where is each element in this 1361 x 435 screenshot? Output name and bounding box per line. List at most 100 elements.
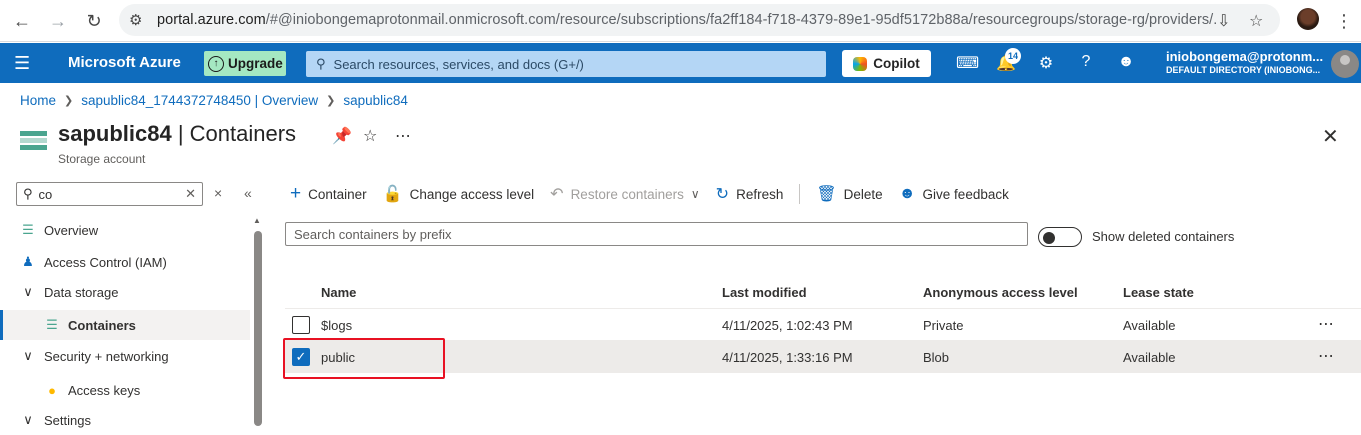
clear-search-icon[interactable]: ✕ (185, 186, 196, 202)
toolbar-divider (799, 184, 801, 204)
sidebar-item-overview[interactable]: ☰ Overview (0, 215, 250, 245)
favorite-star-icon[interactable]: ☆ (363, 126, 377, 146)
back-icon[interactable]: ← (10, 9, 34, 33)
access-level-cell: Blob (923, 350, 950, 365)
url-host: portal.azure.com (157, 12, 266, 28)
table-row[interactable]: ✓ public 4/11/2025, 1:33:16 PM Blob Avai… (285, 341, 1361, 373)
row-checkbox[interactable] (292, 316, 310, 334)
column-header-last-modified[interactable]: Last modified (722, 285, 807, 300)
refresh-label: Refresh (736, 186, 784, 202)
global-search-input[interactable]: ⚲ Search resources, services, and docs (… (306, 51, 826, 77)
breadcrumb: Home ❯ sapublic84_1744372748450 | Overvi… (20, 93, 408, 108)
sidebar-group-settings[interactable]: ∨ Settings (0, 405, 250, 435)
bookmark-star-icon[interactable]: ☆ (1249, 11, 1263, 31)
notification-count-badge: 14 (1005, 48, 1021, 64)
show-deleted-label: Show deleted containers (1092, 229, 1235, 244)
column-header-access-level[interactable]: Anonymous access level (923, 285, 1078, 300)
breadcrumb-overview[interactable]: sapublic84_1744372748450 | Overview (81, 93, 318, 108)
account-info[interactable]: iniobongema@protonm... DEFAULT DIRECTORY… (1166, 49, 1323, 75)
browser-toolbar: ← → ↻ ⚙ portal.azure.com/#@iniobongemapr… (0, 0, 1361, 42)
page-title: sapublic84 | Containers (58, 121, 296, 147)
sidebar-group-security[interactable]: ∨ Security + networking (0, 341, 250, 371)
chevron-down-icon: ∨ (23, 348, 33, 363)
copilot-icon (853, 56, 868, 71)
hamburger-menu-icon[interactable]: ☰ (14, 53, 30, 74)
account-avatar[interactable] (1331, 50, 1359, 78)
cloud-shell-icon[interactable]: ⌨ (956, 53, 979, 73)
table-row[interactable]: $logs 4/11/2025, 1:02:43 PM Private Avai… (285, 309, 1361, 341)
restore-label: Restore containers (570, 186, 684, 202)
container-search-placeholder: Search containers by prefix (294, 226, 452, 242)
search-icon: ⚲ (316, 56, 326, 71)
row-more-icon[interactable]: ⋯ (1318, 314, 1335, 334)
sidebar-item-iam[interactable]: ♟ Access Control (IAM) (0, 247, 250, 277)
column-header-lease-state[interactable]: Lease state (1123, 285, 1194, 300)
sidebar-item-access-keys[interactable]: ● Access keys (0, 375, 250, 405)
reload-icon[interactable]: ↻ (82, 9, 106, 33)
copilot-button[interactable]: Copilot (842, 50, 931, 77)
azure-brand[interactable]: Microsoft Azure (68, 54, 181, 71)
container-prefix-search-input[interactable]: Search containers by prefix (285, 222, 1028, 246)
lease-state-cell: Available (1123, 318, 1176, 333)
storage-icon: ☰ (22, 222, 34, 237)
global-search-placeholder: Search resources, services, and docs (G+… (333, 56, 584, 72)
address-bar[interactable]: ⚙ portal.azure.com/#@iniobongemaprotonma… (119, 4, 1280, 36)
site-settings-icon[interactable]: ⚙ (129, 11, 142, 29)
restore-containers-button[interactable]: ↶ Restore containers ∨ (550, 184, 700, 204)
collapse-menu-icon[interactable]: « (244, 185, 252, 201)
search-icon: ⚲ (23, 186, 33, 201)
chevron-right-icon: ❯ (326, 95, 336, 107)
collapse-all-icon[interactable]: × (214, 185, 222, 201)
pin-icon[interactable]: 📌 (332, 126, 352, 146)
sidebar-item-label: Overview (44, 222, 99, 238)
sidebar-item-label: Access Control (IAM) (44, 254, 167, 270)
row-checkbox-checked[interactable]: ✓ (292, 348, 310, 366)
title-section: | Containers (171, 121, 297, 146)
refresh-button[interactable]: ↻ Refresh (716, 184, 784, 204)
browser-menu-icon[interactable]: ⋮ (1332, 9, 1356, 33)
delete-button[interactable]: 🗑 Delete (816, 184, 882, 204)
column-header-name[interactable]: Name (321, 285, 356, 300)
key-icon: ● (48, 382, 56, 398)
row-more-icon[interactable]: ⋯ (1318, 346, 1335, 366)
url-path: /#@iniobongemaprotonmail.onmicrosoft.com… (265, 12, 1217, 28)
sidebar-item-label: Data storage (44, 284, 119, 300)
sidebar-item-containers[interactable]: ☰ Containers (0, 310, 250, 340)
url-text[interactable]: portal.azure.com/#@iniobongemaprotonmail… (157, 12, 1217, 28)
browser-profile-avatar[interactable] (1297, 8, 1319, 30)
feedback-person-icon[interactable]: ☻ (1116, 53, 1136, 71)
lease-state-cell: Available (1123, 350, 1176, 365)
forward-icon[interactable]: → (46, 9, 70, 33)
breadcrumb-home[interactable]: Home (20, 93, 56, 108)
container-name-link[interactable]: $logs (321, 318, 352, 333)
chevron-right-icon: ❯ (64, 95, 74, 107)
sidebar-group-data-storage[interactable]: ∨ Data storage (0, 277, 250, 307)
change-access-label: Change access level (409, 186, 535, 202)
chevron-down-icon: ∨ (23, 284, 33, 299)
title-resource: sapublic84 (58, 121, 172, 146)
close-blade-icon[interactable]: ✕ (1322, 124, 1339, 149)
scroll-up-arrow-icon[interactable]: ▲ (253, 216, 261, 225)
add-container-button[interactable]: + Container (290, 183, 367, 205)
container-name-link[interactable]: public (321, 350, 355, 365)
breadcrumb-resource[interactable]: sapublic84 (343, 93, 408, 108)
add-container-label: Container (308, 186, 367, 202)
upgrade-button[interactable]: ↑ Upgrade (204, 51, 286, 76)
settings-gear-icon[interactable]: ⚙ (1036, 53, 1056, 73)
storage-account-icon (20, 131, 47, 153)
menu-search-input[interactable]: ⚲ co ✕ (16, 182, 203, 206)
trash-icon: 🗑 (816, 186, 837, 203)
change-access-level-button[interactable]: 🔓 Change access level (383, 184, 535, 204)
people-icon: ♟ (22, 254, 34, 269)
show-deleted-toggle[interactable] (1038, 227, 1082, 247)
chevron-down-icon: ∨ (690, 187, 700, 201)
help-icon[interactable]: ? (1076, 53, 1096, 71)
install-app-icon[interactable]: ⇩ (1217, 11, 1230, 31)
delete-label: Delete (843, 186, 883, 202)
sidebar-scrollbar[interactable] (254, 231, 262, 426)
page-subtitle: Storage account (58, 152, 146, 166)
give-feedback-button[interactable]: ☻ Give feedback (899, 185, 1009, 203)
account-name: iniobongema@protonm... (1166, 49, 1324, 64)
upgrade-label: Upgrade (228, 56, 283, 71)
more-options-icon[interactable]: ⋯ (395, 126, 411, 146)
